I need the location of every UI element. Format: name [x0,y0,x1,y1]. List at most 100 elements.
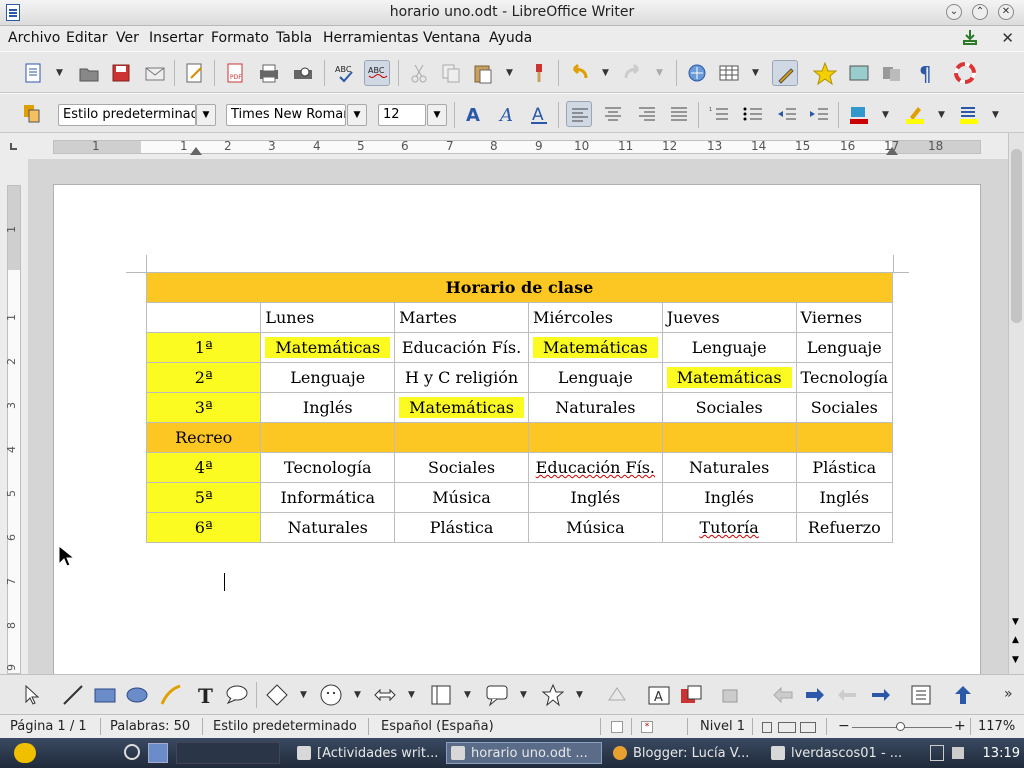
network-icon[interactable] [930,745,944,761]
show-draw-functions-icon[interactable] [772,60,798,86]
callouts-dropdown-icon[interactable]: ▼ [520,690,527,700]
chevron-up-icon[interactable]: ⌃ [972,4,988,20]
table-cell[interactable]: Lenguaje [527,362,663,393]
table-cell[interactable]: Lenguaje [260,362,396,393]
table-cell[interactable]: Matemáticas [394,392,529,423]
symbol-shapes-dropdown-icon[interactable]: ▼ [354,690,361,700]
vertical-scrollbar[interactable]: ▼ ▲ ▼ [1008,133,1024,674]
menu-herramientas[interactable]: Herramientas [323,30,418,46]
day-header[interactable]: Jueves [661,302,797,333]
table-cell[interactable]: Matemáticas [527,332,663,363]
table-cell[interactable]: Sociales [661,392,797,423]
line-icon[interactable] [60,682,86,708]
menu-insertar[interactable]: Insertar [149,30,204,46]
task-horario[interactable]: horario uno.odt ... [446,742,602,764]
close-window-button[interactable]: ✕ [998,4,1014,20]
align-right-icon[interactable] [634,101,660,127]
freeform-line-icon[interactable] [158,682,184,708]
align-left-icon[interactable] [566,101,592,127]
table-cell[interactable]: Inglés [527,482,663,513]
increase-indent-icon[interactable] [806,101,832,127]
bold-icon[interactable]: A [460,101,486,127]
recess-label[interactable]: Recreo [145,422,262,453]
table-cell[interactable]: Educación Fís. [394,332,529,363]
flowchart-icon[interactable] [428,682,454,708]
background-color-icon[interactable] [956,101,982,127]
table-cell[interactable]: Refuerzo [795,512,894,543]
paragraph-style-dropdown[interactable]: ▼ [196,104,216,126]
task-lverdascos[interactable]: lverdascos01 - ... [766,742,922,764]
text-box-icon[interactable]: T [192,682,218,708]
table-cell[interactable]: Informática [260,482,396,513]
selection-mode-icon[interactable]: * [641,721,653,733]
day-header[interactable]: Miércoles [527,302,663,333]
table-cell[interactable]: Lenguaje [795,332,894,363]
zoom-in-icon[interactable]: + [954,718,966,734]
table-cell[interactable]: Lenguaje [661,332,797,363]
more-tools-icon[interactable]: » [1004,686,1013,702]
image-icon[interactable] [846,60,872,86]
scroll-down-icon[interactable]: ▼ [1012,617,1019,627]
day-header[interactable]: Viernes [795,302,894,333]
styles-formatting-icon[interactable] [20,101,46,127]
underline-icon[interactable]: A [526,101,552,127]
bullets-icon[interactable] [740,101,766,127]
highlighting-dropdown-icon[interactable]: ▼ [938,110,945,120]
rectangle-icon[interactable] [92,682,118,708]
export-pdf-icon[interactable]: PDF [222,60,248,86]
font-color-icon[interactable] [846,101,872,127]
next-page-icon[interactable]: ▼ [1012,655,1019,665]
insert-mode-icon[interactable] [611,721,623,733]
font-size-field[interactable]: 12 [378,104,426,126]
block-arrows-icon[interactable] [372,682,398,708]
symbol-shapes-icon[interactable] [318,682,344,708]
table-cell[interactable]: Música [394,482,529,513]
period-label[interactable]: 1ª [145,332,262,363]
block-arrows-dropdown-icon[interactable]: ▼ [408,690,415,700]
navigator-icon[interactable] [684,60,710,86]
new-document-icon[interactable] [20,60,46,86]
menu-ayuda[interactable]: Ayuda [489,30,532,46]
table-cell[interactable]: Plástica [394,512,529,543]
select-pointer-icon[interactable] [18,682,44,708]
table-cell[interactable]: H y C religión [394,362,529,393]
background-color-dropdown-icon[interactable]: ▼ [992,110,999,120]
basic-shapes-icon[interactable] [264,682,290,708]
table-cell[interactable]: Naturales [661,452,797,483]
indent-marker-icon[interactable] [190,147,202,155]
language[interactable]: Español (España) [381,719,494,734]
italic-icon[interactable]: A [494,101,520,127]
insert-before-icon[interactable] [834,682,860,708]
page-style[interactable]: Estilo predeterminado [213,719,357,734]
chevron-down-icon[interactable]: ⌄ [946,4,962,20]
paragraph-style-field[interactable]: Estilo predeterminado [58,104,196,126]
from-file-icon[interactable] [678,682,704,708]
email-icon[interactable] [142,60,168,86]
help-lifebuoy-icon[interactable] [952,60,978,86]
day-header[interactable]: Lunes [260,302,396,333]
zoom-level[interactable]: 117% [978,719,1015,734]
menu-tabla[interactable]: Tabla [276,30,312,46]
table-cell[interactable]: Matemáticas [260,332,396,363]
redo-dropdown-icon[interactable]: ▼ [656,68,663,78]
ellipse-icon[interactable] [124,682,150,708]
open-folder-icon[interactable] [76,60,102,86]
menu-editar[interactable]: Editar [66,30,107,46]
table-cell[interactable]: Naturales [260,512,396,543]
bibliography-icon[interactable] [908,682,934,708]
auto-spellcheck-icon[interactable]: ABC [364,60,390,86]
table-cell[interactable]: Naturales [527,392,663,423]
previous-page-icon[interactable]: ▲ [1012,635,1019,645]
stars-icon[interactable] [540,682,566,708]
copy-icon[interactable] [438,60,464,86]
table-cell[interactable]: Sociales [795,392,894,423]
menu-ventana[interactable]: Ventana [423,30,481,46]
formatting-marks-icon[interactable]: ¶ [912,60,938,86]
highlighting-icon[interactable] [902,101,928,127]
save-icon[interactable] [108,60,134,86]
table-cell[interactable]: Matemáticas [661,362,797,393]
vertical-ruler[interactable]: 1 1 2 3 4 5 6 7 8 9 [0,159,28,674]
refresh-icon[interactable] [124,744,140,760]
font-name-dropdown[interactable]: ▼ [347,104,367,126]
zoom-slider-thumb[interactable] [896,722,905,731]
